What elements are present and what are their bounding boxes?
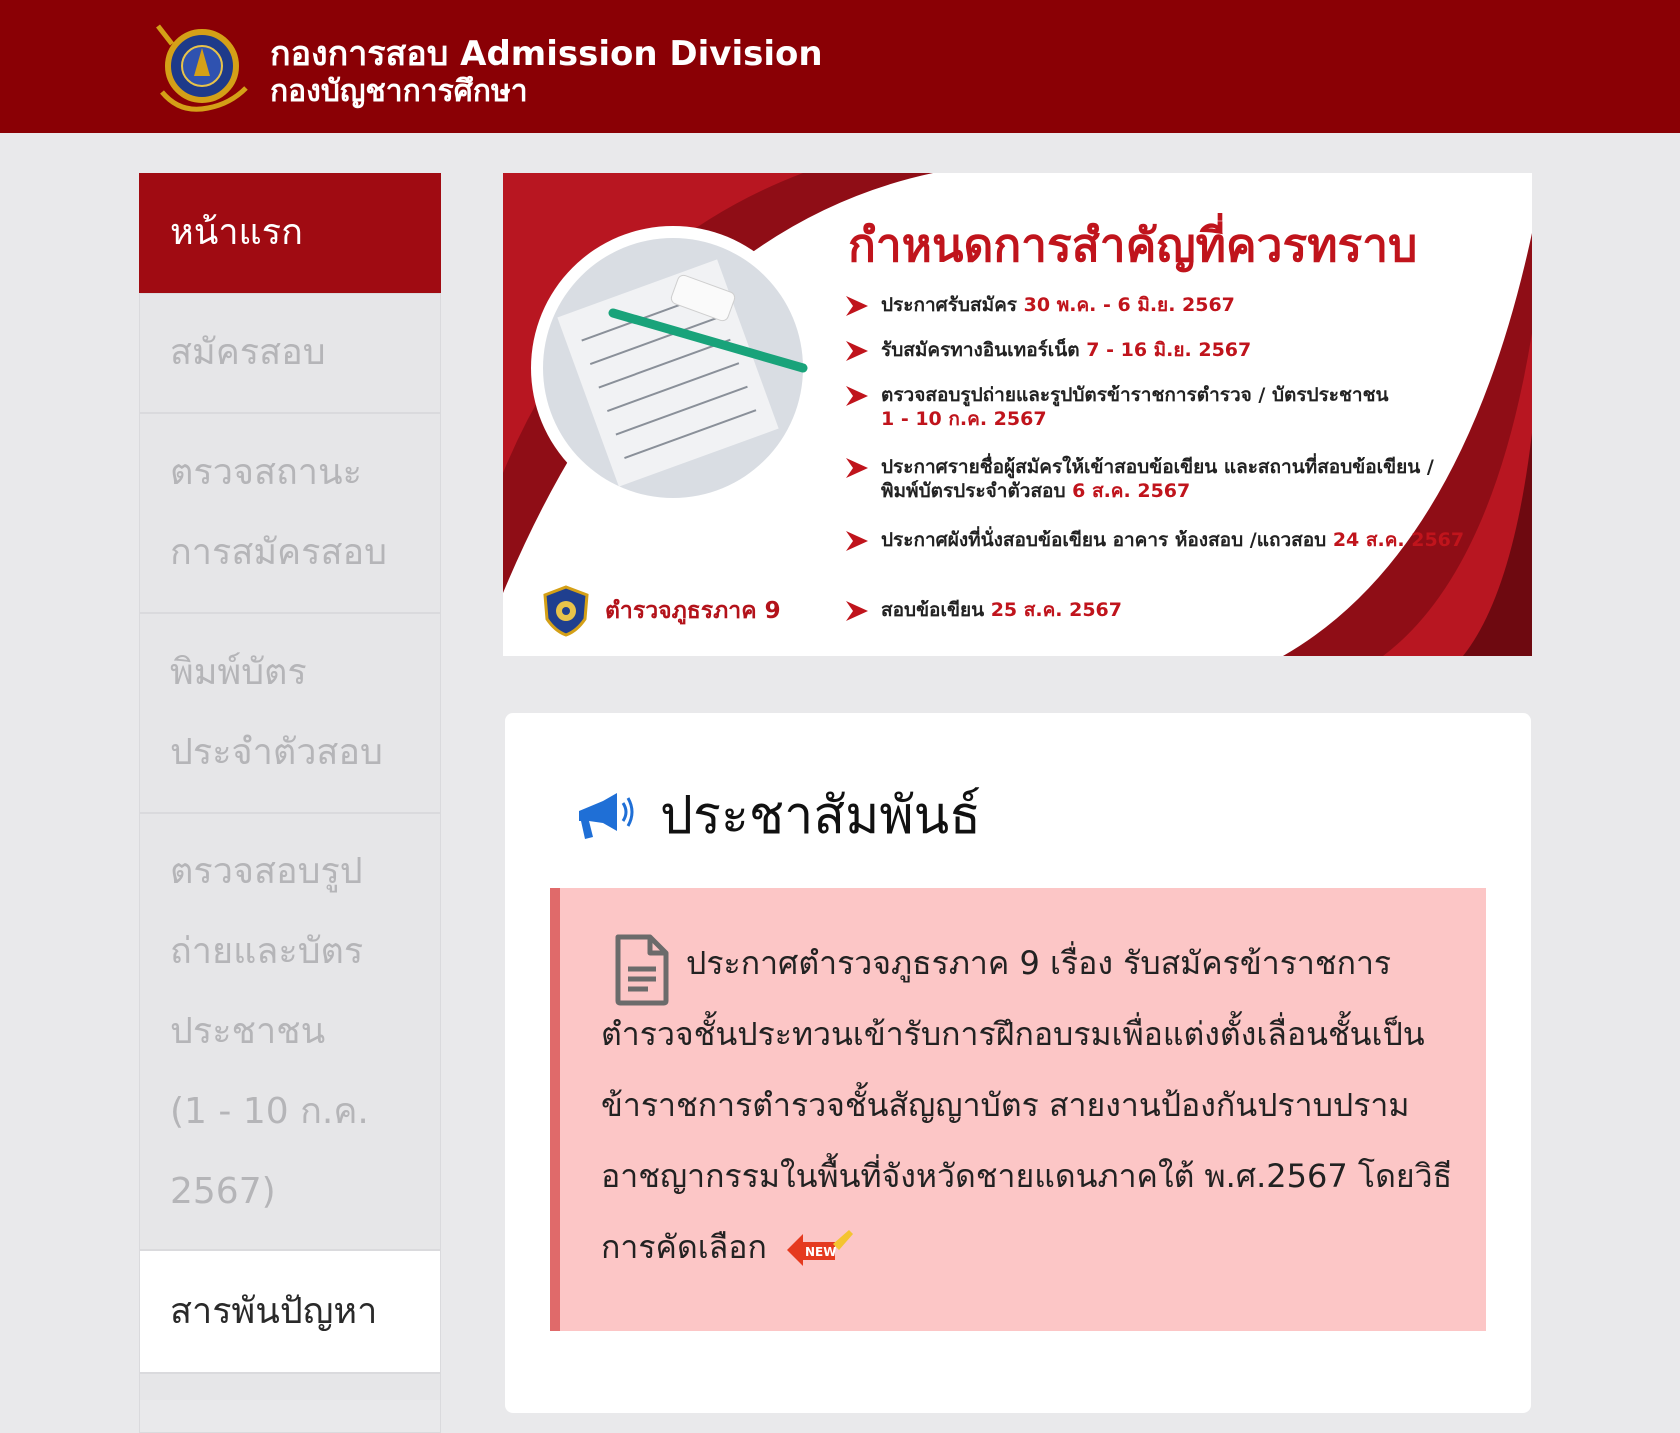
schedule-item-text: ตรวจสอบรูปถ่ายและรูปบัตรข้าราชการตำรวจ /… <box>881 384 1389 406</box>
top-header: กองการสอบ Admission Division กองบัญชาการ… <box>0 0 1680 133</box>
notice-text-block: ประกาศตำรวจภูธรภาค 9 เรื่อง รับสมัครข้าร… <box>601 928 1461 1283</box>
sidebar-item-label: สมัครสอบ <box>170 332 326 373</box>
sidebar-item-check-status[interactable]: ตรวจสถานะ การสมัครสอบ <box>139 413 441 613</box>
schedule-item: ประกาศผังที่นั่งสอบข้อเขียน อาคาร ห้องสอ… <box>846 528 1468 552</box>
schedule-banner[interactable]: กำหนดการสำคัญที่ควรทราบ ประกาศรับสมัคร 3… <box>503 173 1532 656</box>
new-badge: NEW <box>785 1226 855 1272</box>
sidebar-item-check-photo[interactable]: ตรวจสอบรูป ถ่ายและบัตร ประชาชน (1 - 10 ก… <box>139 813 441 1250</box>
schedule-item: ประกาศรับสมัคร 30 พ.ค. - 6 มิ.ย. 2567 <box>846 293 1468 317</box>
new-badge-label: NEW <box>805 1245 836 1259</box>
schedule-item-text: ประกาศผังที่นั่งสอบข้อเขียน อาคาร ห้องสอ… <box>881 529 1327 551</box>
schedule-item: ประกาศรายชื่อผู้สมัครให้เข้าสอบข้อเขียน … <box>846 455 1468 503</box>
emblem-logo[interactable] <box>150 22 258 114</box>
new-badge-icon: NEW <box>786 1230 853 1266</box>
schedule-item-date: 24 ส.ค. 2567 <box>1332 529 1465 551</box>
chevron-right-icon <box>846 386 868 406</box>
sidebar-item-label: ประชาชน <box>170 1010 326 1052</box>
sidebar-item-label: (1 - 10 ก.ค. <box>170 1090 369 1132</box>
sidebar-item-label: ตรวจสอบรูป <box>170 850 363 892</box>
announcement-card: ประชาสัมพันธ์ ประกาศตำรวจภูธรภาค 9 เรื่อ… <box>505 713 1531 1413</box>
brand-subtitle: กองบัญชาการศึกษา <box>270 74 528 109</box>
sidebar-item-label: ถ่ายและบัตร <box>170 930 364 972</box>
notice-link[interactable]: ประกาศตำรวจภูธรภาค 9 เรื่อง รับสมัครข้าร… <box>601 944 1452 1266</box>
schedule-item-date: 1 - 10 ก.ค. 2567 <box>881 408 1047 430</box>
schedule-item: รับสมัครทางอินเทอร์เน็ต 7 - 16 มิ.ย. 256… <box>846 338 1468 362</box>
sidebar-item-label: ประจำตัวสอบ <box>170 732 383 773</box>
agency-label: ตำรวจภูธรภาค 9 <box>541 585 781 637</box>
chevron-right-icon <box>846 601 868 621</box>
sidebar-item-more[interactable] <box>139 1373 441 1433</box>
sidebar-item-label: สารพันปัญหา <box>170 1290 378 1332</box>
schedule-item: ตรวจสอบรูปถ่ายและรูปบัตรข้าราชการตำรวจ /… <box>846 383 1468 431</box>
sidebar-item-label: พิมพ์บัตร <box>170 652 307 693</box>
chevron-right-icon <box>846 531 868 551</box>
schedule-item-date: 7 - 16 มิ.ย. 2567 <box>1086 339 1252 361</box>
sidebar-nav: หน้าแรก สมัครสอบ ตรวจสถานะ การสมัครสอบ พ… <box>139 173 441 1433</box>
sidebar-item-faq[interactable]: สารพันปัญหา <box>139 1250 441 1373</box>
police-badge-icon <box>543 585 589 637</box>
chevron-right-icon <box>846 341 868 361</box>
sidebar-item-apply[interactable]: สมัครสอบ <box>139 293 441 413</box>
chevron-right-icon <box>846 296 868 316</box>
schedule-item-text: สอบข้อเขียน <box>881 599 985 621</box>
section-title: ประชาสัมพันธ์ <box>660 786 981 846</box>
chevron-right-icon <box>846 458 868 478</box>
sidebar-item-label: 2567) <box>170 1170 276 1212</box>
sidebar-item-label: หน้าแรก <box>170 212 303 253</box>
agency-name: ตำรวจภูธรภาค 9 <box>605 598 781 624</box>
schedule-item-text: รับสมัครทางอินเทอร์เน็ต <box>881 339 1080 361</box>
sidebar-item-label: การสมัครสอบ <box>170 532 387 573</box>
banner-title: กำหนดการสำคัญที่ควรทราบ <box>848 218 1418 272</box>
schedule-item-date: 30 พ.ค. - 6 มิ.ย. 2567 <box>1023 294 1235 316</box>
sidebar-item-print-card[interactable]: พิมพ์บัตร ประจำตัวสอบ <box>139 613 441 813</box>
sidebar-item-label: ตรวจสถานะ <box>170 452 362 493</box>
notice-item[interactable]: ประกาศตำรวจภูธรภาค 9 เรื่อง รับสมัครข้าร… <box>550 888 1486 1331</box>
sidebar-item-home[interactable]: หน้าแรก <box>139 173 441 293</box>
schedule-item-date: 6 ส.ค. 2567 <box>1072 480 1191 502</box>
megaphone-icon <box>579 793 634 839</box>
schedule-item: สอบข้อเขียน 25 ส.ค. 2567 <box>846 598 1468 622</box>
schedule-item-date: 25 ส.ค. 2567 <box>990 599 1122 621</box>
schedule-item-text: ประกาศรับสมัคร <box>881 294 1018 316</box>
